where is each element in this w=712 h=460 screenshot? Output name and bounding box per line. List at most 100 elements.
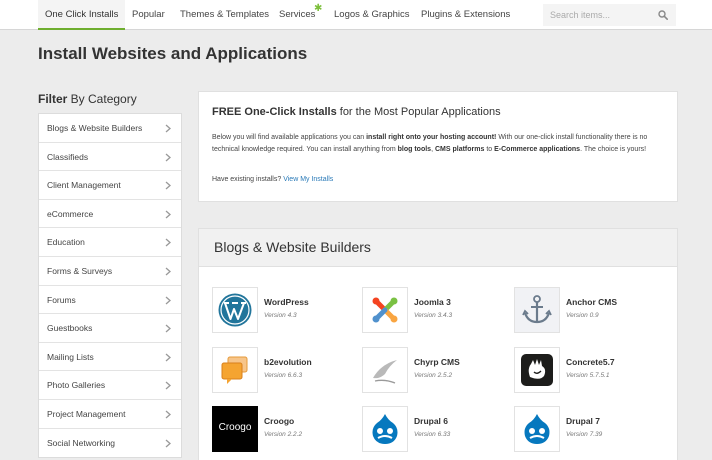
- app-version: Version 2.5.2: [414, 372, 453, 379]
- app-logo: [362, 287, 408, 333]
- category-filter-list: Blogs & Website Builders Classifieds Cli…: [38, 113, 182, 459]
- nav-plugins-extensions[interactable]: Plugins & Extensions: [421, 0, 510, 30]
- joomla-logo-icon: [372, 297, 398, 323]
- chevron-right-icon: [165, 267, 171, 276]
- app-name: WordPress: [264, 297, 309, 307]
- app-logo: [212, 287, 258, 333]
- app-card-chyrp-cms[interactable]: Chyrp CMS Version 2.5.2: [362, 347, 502, 393]
- app-logo: [514, 406, 560, 452]
- existing-installs-line: Have existing installs? View My Installs: [212, 176, 333, 183]
- chevron-right-icon: [165, 324, 171, 333]
- app-name: Drupal 6: [414, 416, 449, 426]
- filter-item-classifieds[interactable]: Classifieds: [39, 143, 181, 172]
- view-my-installs-link[interactable]: View My Installs: [283, 176, 333, 183]
- nav-themes-templates[interactable]: Themes & Templates: [180, 0, 269, 30]
- app-version: Version 0.9: [566, 312, 599, 319]
- filter-item-education[interactable]: Education: [39, 228, 181, 257]
- concrete5-logo-icon: [521, 354, 553, 386]
- app-card-b2evolution[interactable]: b2evolution Version 6.6.3: [212, 347, 352, 393]
- category-section-title: Blogs & Website Builders: [214, 239, 371, 255]
- filter-item-label: Mailing Lists: [47, 351, 94, 362]
- app-grid: WordPress Version 4.3 Joomla 3 Version 3…: [198, 266, 678, 460]
- top-navigation: One Click Installs Popular Themes & Temp…: [0, 0, 712, 30]
- chevron-right-icon: [165, 124, 171, 133]
- app-name: Concrete5.7: [566, 357, 615, 367]
- intro-text-bold: CMS platforms: [434, 146, 485, 153]
- nav-logos-graphics[interactable]: Logos & Graphics: [334, 0, 410, 30]
- filter-item-guestbooks[interactable]: Guestbooks: [39, 314, 181, 343]
- chevron-right-icon: [165, 439, 171, 448]
- intro-title: FREE One-Click Installs for the Most Pop…: [212, 106, 501, 118]
- filter-item-forums[interactable]: Forums: [39, 286, 181, 315]
- app-name: Croogo: [264, 416, 295, 426]
- app-logo: [514, 347, 560, 393]
- chevron-right-icon: [165, 410, 171, 419]
- nav-services[interactable]: Services: [279, 0, 315, 30]
- nav-one-click-installs[interactable]: One Click Installs: [38, 0, 126, 30]
- search-input[interactable]: [543, 4, 653, 26]
- filter-item-client-management[interactable]: Client Management: [39, 171, 181, 200]
- app-version: Version 7.39: [566, 431, 603, 438]
- drupal-logo-icon: [524, 414, 550, 444]
- category-section-header: Blogs & Website Builders: [198, 228, 678, 266]
- intro-title-bold: FREE One-Click Installs: [212, 106, 337, 118]
- app-version: Version 6.6.3: [264, 372, 303, 379]
- new-star-icon: ✱: [314, 3, 323, 14]
- app-card-concrete5[interactable]: Concrete5.7 Version 5.7.5.1: [514, 347, 654, 393]
- filter-item-label: Project Management: [47, 408, 126, 419]
- filter-heading-bold: Filter: [38, 92, 68, 106]
- nav-popular[interactable]: Popular: [132, 0, 165, 30]
- filter-item-social-networking[interactable]: Social Networking: [39, 429, 181, 458]
- filter-item-photo-galleries[interactable]: Photo Galleries: [39, 371, 181, 400]
- search-icon[interactable]: [658, 10, 668, 20]
- chevron-right-icon: [165, 353, 171, 362]
- app-version: Version 6.33: [414, 431, 451, 438]
- chevron-right-icon: [165, 381, 171, 390]
- filter-item-label: Forums: [47, 294, 76, 305]
- intro-description: Below you will find available applicatio…: [212, 132, 668, 156]
- app-card-wordpress[interactable]: WordPress Version 4.3: [212, 287, 352, 333]
- app-name: Chyrp CMS: [414, 357, 460, 367]
- intro-text-part: to: [484, 146, 495, 153]
- filter-heading-rest: By Category: [67, 92, 137, 106]
- wordpress-logo-icon: [218, 293, 252, 327]
- intro-text-bold: E-Commerce applications: [494, 146, 581, 153]
- chevron-right-icon: [165, 238, 171, 247]
- app-card-drupal-7[interactable]: Drupal 7 Version 7.39: [514, 406, 654, 452]
- intro-text-part: . The choice is yours!: [580, 146, 647, 153]
- app-card-anchor-cms[interactable]: Anchor CMS Version 0.9: [514, 287, 654, 333]
- app-logo: [514, 287, 560, 333]
- app-logo: [362, 347, 408, 393]
- filter-item-blogs[interactable]: Blogs & Website Builders: [39, 114, 181, 143]
- filter-item-ecommerce[interactable]: eCommerce: [39, 200, 181, 229]
- app-card-croogo[interactable]: Croogo Croogo Version 2.2.2: [212, 406, 352, 452]
- filter-item-label: Social Networking: [47, 437, 116, 448]
- filter-item-forms-surveys[interactable]: Forms & Surveys: [39, 257, 181, 286]
- drupal-logo-icon: [372, 414, 398, 444]
- app-card-drupal-6[interactable]: Drupal 6 Version 6.33: [362, 406, 502, 452]
- app-logo: [212, 347, 258, 393]
- intro-panel: FREE One-Click Installs for the Most Pop…: [198, 91, 678, 202]
- chevron-right-icon: [165, 153, 171, 162]
- app-name: Joomla 3: [414, 297, 451, 307]
- app-logo: [362, 406, 408, 452]
- filter-item-label: Client Management: [47, 180, 121, 191]
- filter-item-mailing-lists[interactable]: Mailing Lists: [39, 343, 181, 372]
- anchor-logo-icon: [522, 295, 552, 324]
- page-title: Install Websites and Applications: [38, 44, 308, 63]
- filter-item-label: Guestbooks: [47, 323, 93, 334]
- app-card-joomla[interactable]: Joomla 3 Version 3.4.3: [362, 287, 502, 333]
- app-version: Version 2.2.2: [264, 431, 303, 438]
- search-box: [543, 4, 676, 26]
- filter-item-project-management[interactable]: Project Management: [39, 400, 181, 429]
- app-version: Version 4.3: [264, 312, 297, 319]
- chyrp-logo-icon: [373, 360, 397, 384]
- filter-item-label: Education: [47, 237, 85, 248]
- app-version: Version 5.7.5.1: [566, 372, 610, 379]
- intro-text-bold: blog tools: [397, 146, 432, 153]
- app-logo: Croogo: [212, 406, 258, 452]
- intro-title-rest: for the Most Popular Applications: [336, 106, 501, 118]
- chevron-right-icon: [165, 296, 171, 305]
- intro-text-bold: install right onto your hosting account!: [366, 134, 497, 141]
- filter-item-label: eCommerce: [47, 208, 94, 219]
